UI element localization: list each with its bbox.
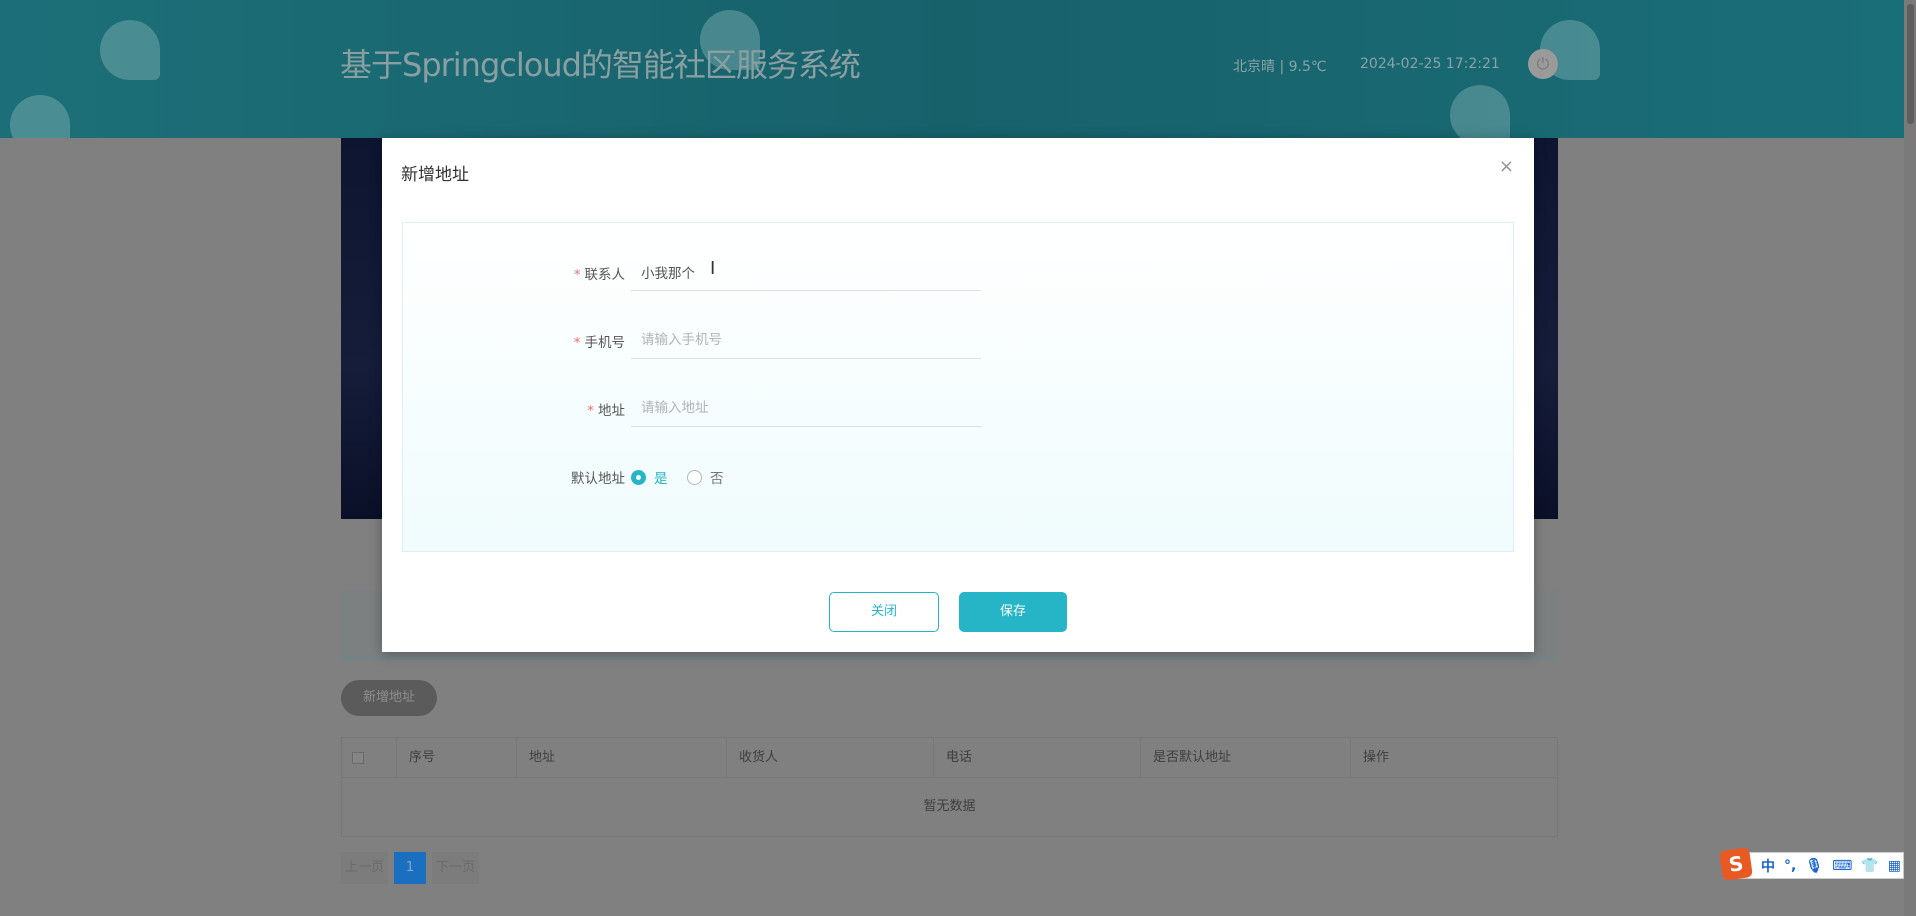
label-text: 联系人 [584,267,626,283]
select-all-cell [342,738,397,777]
sogou-logo-icon: S [1719,847,1753,881]
radio-yes[interactable]: 是 [631,467,668,487]
butterfly-decoration [100,20,160,80]
phone-input[interactable] [631,321,981,359]
close-icon[interactable]: × [1499,156,1514,177]
contact-row: * 联系人 [403,253,1513,293]
address-input[interactable] [631,389,981,427]
microphone-icon[interactable]: 🎙 [1805,858,1823,874]
column-header: 操作 [1363,750,1390,765]
pagination: 上一页 1 下一页 [341,852,480,884]
ime-mode[interactable]: 中 [1761,856,1775,876]
page-scrollbar[interactable] [1904,0,1916,916]
contact-label: * 联系人 [574,263,625,283]
radio-checked-icon [631,469,646,485]
close-button[interactable]: 关闭 [829,592,939,632]
keyboard-icon[interactable]: ⌨ [1832,858,1852,874]
address-label: * 地址 [587,399,625,419]
label-text: 地址 [598,403,625,419]
column-header: 电话 [934,738,1141,777]
radio-label: 是 [654,471,668,487]
address-form: *联系人 *手机号 *地址 默认地址 是 否 [402,222,1514,552]
power-icon[interactable]: ⏻ [1528,49,1558,79]
table-header: 序号 地址 收货人 电话 是否默认地址 操作 [342,738,1557,778]
save-button[interactable]: 保存 [959,592,1067,632]
required-mark: * [573,267,581,283]
skin-icon[interactable]: 👕 [1861,858,1878,874]
phone-label: * 手机号 [574,331,625,351]
radio-no[interactable]: 否 [687,467,724,487]
contact-input[interactable] [631,253,981,291]
text-cursor-icon: I [710,258,716,279]
label-text: 手机号 [584,335,626,351]
scrollbar-thumb[interactable] [1907,4,1914,124]
datetime-text: 2024-02-25 17:2:21 [1360,56,1500,72]
weather-text: 北京晴 | 9.5℃ [1233,59,1327,75]
column-header: 地址 [517,738,727,777]
ime-toolbar[interactable]: S 中 °, 🎙 ⌨ 👕 ▦ [1719,847,1904,881]
apps-icon[interactable]: ▦ [1888,858,1901,874]
address-row: * 地址 [403,389,1513,429]
prev-page-button[interactable]: 上一页 [341,852,389,884]
app-title: 基于Springcloud的智能社区服务系统 [340,46,861,84]
add-address-button[interactable]: 新增地址 [341,680,437,716]
select-all-checkbox[interactable] [352,752,364,764]
dialog-title: 新增地址 [401,165,469,185]
next-page-button[interactable]: 下一页 [432,852,480,884]
page-1-button[interactable]: 1 [394,852,427,884]
phone-row: * 手机号 [403,321,1513,361]
butterfly-decoration [10,95,70,138]
radio-label: 否 [710,471,724,487]
radio-unchecked-icon [687,469,702,485]
empty-text: 暂无数据 [923,799,976,814]
add-address-dialog: 新增地址 × *联系人 *手机号 *地址 默认地址 是 否 关闭 保存 [382,138,1534,652]
column-header: 是否默认地址 [1141,738,1351,777]
address-table: 序号 地址 收货人 电话 是否默认地址 操作 暂无数据 [341,737,1558,837]
required-mark: * [587,403,594,419]
default-row: 默认地址 是 否 [403,457,1513,497]
default-label: 默认地址 [571,471,625,487]
app-header: 基于Springcloud的智能社区服务系统 北京晴 | 9.5℃ 2024-0… [0,0,1904,138]
punctuation-icon[interactable]: °, [1784,858,1796,874]
column-header: 序号 [397,738,517,777]
required-mark: * [573,335,581,351]
column-header: 收货人 [727,738,934,777]
butterfly-decoration [1450,85,1510,138]
